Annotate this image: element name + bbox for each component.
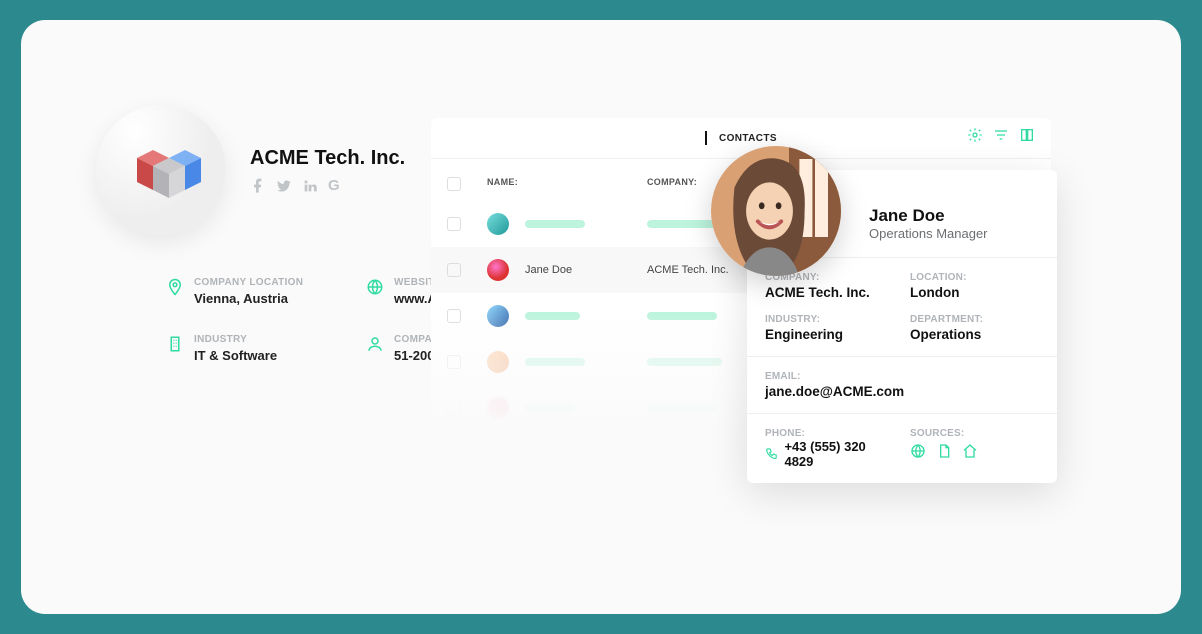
detail-company: COMPANY: ACME Tech. Inc. — [765, 272, 894, 300]
twitter-icon[interactable] — [276, 178, 292, 194]
google-icon[interactable]: G — [328, 178, 344, 194]
contact-name: Jane Doe — [869, 206, 1039, 226]
detail-industry: INDUSTRY: Engineering — [765, 314, 894, 342]
filter-icon[interactable] — [993, 127, 1009, 143]
app-card: ACME Tech. Inc. G COMPANY LOCATION Vienn… — [21, 20, 1181, 614]
phone-icon — [765, 447, 778, 461]
detail-location: LOCATION: London — [910, 272, 1039, 300]
contacts-tab[interactable]: CONTACTS — [431, 118, 1051, 158]
globe-icon — [366, 278, 384, 301]
person-icon — [366, 335, 384, 358]
source-globe-icon[interactable] — [910, 443, 926, 459]
building-icon — [166, 335, 184, 358]
linkedin-icon[interactable] — [302, 178, 318, 194]
meta-industry: INDUSTRY IT & Software — [166, 334, 346, 363]
detail-sources: SOURCES: — [910, 428, 1039, 469]
meta-location: COMPANY LOCATION Vienna, Austria — [166, 277, 346, 306]
facebook-icon[interactable] — [250, 178, 266, 194]
contact-detail-card: Jane Doe Operations Manager COMPANY: ACM… — [747, 170, 1057, 483]
columns-icon[interactable] — [1019, 127, 1035, 143]
pin-icon — [166, 278, 184, 301]
detail-email: EMAIL: jane.doe@ACME.com — [765, 371, 1039, 399]
company-logo — [96, 105, 226, 235]
col-name[interactable]: NAME: — [487, 177, 647, 191]
gear-icon[interactable] — [967, 127, 983, 143]
social-links: G — [250, 178, 405, 194]
detail-phone: PHONE: +43 (555) 320 4829 — [765, 428, 894, 469]
source-file-icon[interactable] — [936, 443, 952, 459]
contact-avatar — [711, 146, 841, 276]
source-home-icon[interactable] — [962, 443, 978, 459]
contact-title: Operations Manager — [869, 226, 1039, 241]
detail-department: DEPARTMENT: Operations — [910, 314, 1039, 342]
company-name: ACME Tech. Inc. — [250, 147, 405, 170]
